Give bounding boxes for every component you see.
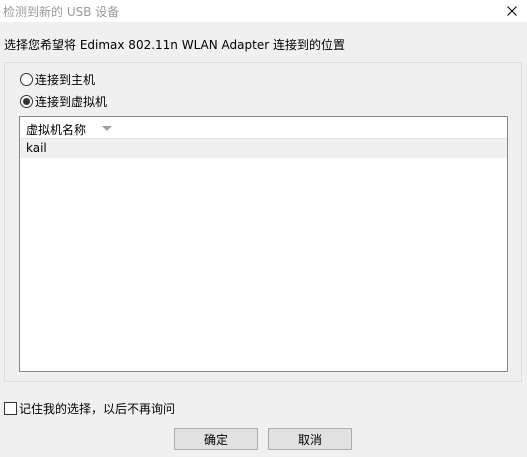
instruction-text: 选择您希望将 Edimax 802.11n WLAN Adapter 连接到的位… [4, 38, 345, 52]
radio-connect-vm[interactable]: 连接到虚拟机 [20, 93, 107, 110]
radio-connect-host[interactable]: 连接到主机 [20, 71, 95, 88]
ok-button[interactable]: 确定 [174, 428, 258, 450]
list-item[interactable]: kail [20, 139, 507, 158]
window-title: 检测到新的 USB 设备 [3, 5, 120, 19]
connect-options-group: 连接到主机 连接到虚拟机 虚拟机名称 kail [4, 62, 522, 382]
radio-vm-label[interactable]: 连接到虚拟机 [35, 93, 107, 110]
vm-list[interactable]: 虚拟机名称 kail [19, 116, 508, 372]
remember-choice[interactable]: 记住我的选择，以后不再询问 [4, 400, 175, 417]
column-header-vm-name[interactable]: 虚拟机名称 [26, 121, 86, 138]
radio-host-label[interactable]: 连接到主机 [35, 71, 95, 88]
radio-host-indicator[interactable] [20, 73, 33, 86]
vm-list-header[interactable]: 虚拟机名称 [20, 117, 507, 139]
vm-name: kail [26, 141, 47, 155]
cancel-button[interactable]: 取消 [268, 428, 352, 450]
close-icon [507, 6, 517, 16]
remember-label[interactable]: 记住我的选择，以后不再询问 [19, 400, 175, 417]
sort-descending-icon [102, 126, 112, 131]
radio-vm-indicator[interactable] [20, 95, 33, 108]
remember-checkbox[interactable] [4, 402, 17, 415]
close-button[interactable] [497, 0, 527, 22]
title-bar: 检测到新的 USB 设备 [0, 0, 527, 22]
